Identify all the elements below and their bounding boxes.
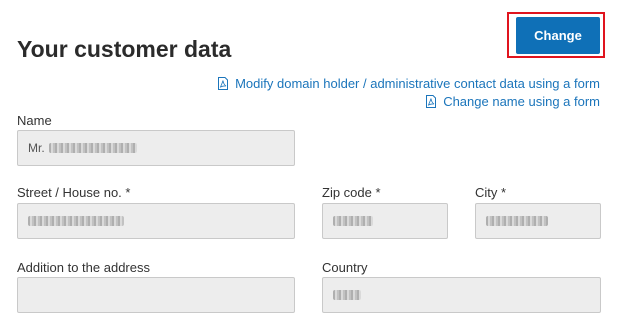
name-field[interactable]: Mr. xyxy=(17,130,295,166)
city-label: City * xyxy=(475,185,507,200)
addition-label: Addition to the address xyxy=(17,260,150,275)
modify-domain-holder-link-text[interactable]: Modify domain holder / administrative co… xyxy=(235,76,600,91)
city-redacted-value xyxy=(486,216,548,226)
street-label: Street / House no. * xyxy=(17,185,131,200)
modify-domain-holder-link[interactable]: Modify domain holder / administrative co… xyxy=(217,76,600,91)
change-name-link-text[interactable]: Change name using a form xyxy=(443,94,600,109)
zip-label: Zip code * xyxy=(322,185,381,200)
country-label: Country xyxy=(322,260,368,275)
zip-redacted-value xyxy=(333,216,373,226)
name-label: Name xyxy=(17,113,52,128)
change-name-link[interactable]: Change name using a form xyxy=(425,94,600,109)
street-redacted-value xyxy=(28,216,124,226)
country-redacted-value xyxy=(333,290,361,300)
city-field[interactable] xyxy=(475,203,601,239)
name-redacted-value xyxy=(48,143,137,153)
street-field[interactable] xyxy=(17,203,295,239)
addition-field[interactable] xyxy=(17,277,295,313)
pdf-document-icon xyxy=(426,95,437,108)
page-title: Your customer data xyxy=(17,36,232,62)
name-value-prefix: Mr. xyxy=(28,141,45,155)
country-field[interactable] xyxy=(322,277,601,313)
pdf-document-icon xyxy=(218,77,229,90)
change-button[interactable]: Change xyxy=(516,17,600,54)
zip-field[interactable] xyxy=(322,203,448,239)
